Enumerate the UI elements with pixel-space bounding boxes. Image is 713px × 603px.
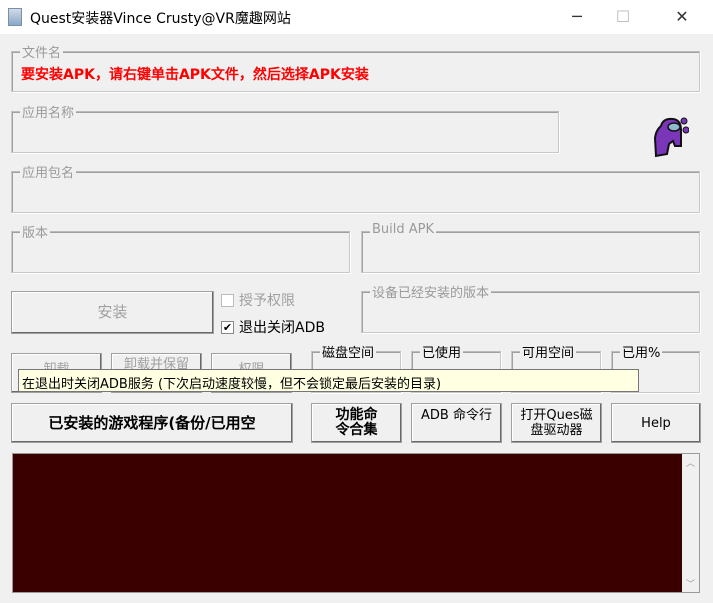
maximize-button[interactable]: ☐ xyxy=(600,0,646,34)
installed-version-label: 设备已经安装的版本 xyxy=(370,282,492,301)
build-apk-label: Build APK xyxy=(370,222,437,237)
used-percent-label: 已用% xyxy=(620,342,663,361)
app-name-label: 应用名称 xyxy=(20,102,77,121)
open-drive-button[interactable]: 打开Ques磁盘驱动器 xyxy=(511,403,602,443)
scroll-down-icon[interactable]: ﹀ xyxy=(682,577,699,590)
free-space-label: 可用空间 xyxy=(520,342,577,361)
checkbox-icon[interactable] xyxy=(221,293,234,307)
used-space-label: 已使用 xyxy=(420,342,464,361)
tooltip: 在退出时关闭ADB服务 (下次启动速度较慢，但不会锁定最后安装的目录) xyxy=(18,369,639,392)
checkmark-icon[interactable]: ✔ xyxy=(221,320,234,334)
scrollbar[interactable]: ︿ ﹀ xyxy=(682,454,699,592)
app-name-group: 应用名称 xyxy=(11,102,559,153)
version-group: 版本 xyxy=(11,222,350,273)
app-window-icon xyxy=(8,8,22,26)
close-button[interactable]: ✕ xyxy=(659,0,705,34)
version-label: 版本 xyxy=(20,222,51,241)
package-name-group: 应用包名 xyxy=(11,162,700,213)
grant-permissions-checkbox[interactable]: 授予权限 xyxy=(221,290,295,310)
help-button[interactable]: Help xyxy=(611,403,701,443)
scroll-up-icon[interactable]: ︿ xyxy=(682,456,699,469)
adb-command-button[interactable]: ADB 命令行 xyxy=(411,403,502,443)
install-button[interactable]: 安装 xyxy=(11,291,214,334)
exit-close-adb-label: 退出关闭ADB xyxy=(239,320,325,336)
install-hint: 要安装APK，请右键单击APK文件，然后选择APK安装 xyxy=(21,67,369,83)
build-apk-group: Build APK xyxy=(361,222,700,273)
file-group: 文件名 要安装APK，请右键单击APK文件，然后选择APK安装 xyxy=(11,42,700,92)
installed-games-button[interactable]: 已安装的游戏程序(备份/已用空 xyxy=(11,403,293,443)
console-output[interactable]: ︿ ﹀ xyxy=(12,453,700,593)
commands-button[interactable]: 功能命令合集 xyxy=(311,403,402,443)
title-bar: Quest安装器Vince Crusty@VR魔趣网站 ─ ☐ ✕ xyxy=(0,0,713,34)
minimize-button[interactable]: ─ xyxy=(554,0,600,34)
disk-space-label: 磁盘空间 xyxy=(320,342,377,361)
grant-permissions-label: 授予权限 xyxy=(239,293,295,309)
file-label: 文件名 xyxy=(20,42,64,61)
package-name-label: 应用包名 xyxy=(20,162,77,181)
among-us-purple-icon xyxy=(653,116,690,158)
window-title: Quest安装器Vince Crusty@VR魔趣网站 xyxy=(30,11,291,27)
exit-close-adb-checkbox[interactable]: ✔ 退出关闭ADB xyxy=(221,317,325,337)
installed-version-group: 设备已经安装的版本 xyxy=(361,282,700,333)
